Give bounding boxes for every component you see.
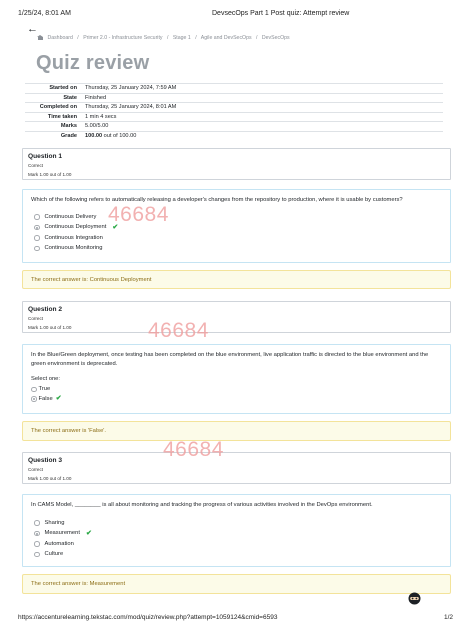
question-3-content: In CAMS Model, ________ is all about mon…	[22, 494, 451, 567]
breadcrumb-stage[interactable]: Stage 1	[173, 35, 191, 41]
correct-answer-text: The correct answer is: Measurement	[31, 581, 126, 587]
summary-row: Started on Thursday, 25 January 2024, 7:…	[25, 83, 443, 93]
grade-value: 100.00	[85, 133, 103, 139]
summary-value: 5.00/5.00	[81, 121, 443, 131]
answer-option[interactable]: Sharing	[34, 518, 442, 529]
radio-button[interactable]	[34, 520, 40, 526]
check-icon: ✔	[85, 529, 92, 537]
answer-option[interactable]: Continuous Monitoring	[34, 243, 442, 254]
summary-value: Finished	[81, 92, 443, 103]
summary-value: Thursday, 25 January 2024, 8:01 AM	[81, 102, 443, 112]
ninja-avatar-icon[interactable]	[408, 592, 421, 605]
radio-button[interactable]	[34, 214, 40, 220]
question-text: In CAMS Model, ________ is all about mon…	[31, 502, 373, 508]
breadcrumb: Dashboard / Primer 2.0 - Infrastructure …	[37, 35, 290, 41]
watermark: 46684	[148, 319, 209, 342]
summary-label: Started on	[25, 83, 81, 93]
question-1-info: Question 1 Correct Mark 1.00 out of 1.00	[22, 148, 451, 180]
correct-answer-text: The correct answer is 'False'.	[31, 428, 107, 434]
print-datetime: 1/25/24, 8:01 AM	[18, 10, 71, 17]
attempt-summary-table: Started on Thursday, 25 January 2024, 7:…	[25, 83, 443, 141]
radio-button-selected[interactable]	[31, 396, 37, 402]
radio-button[interactable]	[34, 541, 40, 547]
question-text: In the Blue/Green deployment, once testi…	[31, 352, 429, 367]
radio-button[interactable]	[34, 551, 40, 557]
question-3-feedback: The correct answer is: Measurement	[22, 574, 451, 594]
question-mark: Mark 1.00 out of 1.00	[28, 172, 72, 177]
answer-option[interactable]: Culture	[34, 549, 442, 560]
radio-button-selected[interactable]	[34, 224, 40, 230]
question-status: Correct	[28, 316, 44, 321]
summary-value: 100.00 out of 100.00	[81, 130, 443, 141]
answer-option[interactable]: True	[31, 385, 442, 395]
breadcrumb-course[interactable]: Primer 2.0 - Infrastructure Security	[83, 35, 162, 41]
summary-label: Marks	[25, 121, 81, 131]
summary-label: Grade	[25, 130, 81, 141]
select-one-label: Select one:	[31, 376, 61, 382]
radio-button[interactable]	[34, 235, 40, 241]
check-icon: ✔	[55, 395, 62, 403]
answer-option[interactable]: Automation	[34, 539, 442, 550]
breadcrumb-dashboard[interactable]: Dashboard	[47, 35, 72, 41]
summary-row: Marks 5.00/5.00	[25, 121, 443, 131]
answer-option[interactable]: Continuous Delivery	[34, 212, 442, 223]
back-arrow-icon[interactable]: ←	[27, 24, 38, 35]
summary-row: Time taken 1 min 4 secs	[25, 111, 443, 122]
question-status: Correct	[28, 163, 44, 168]
summary-row: State Finished	[25, 92, 443, 103]
radio-button[interactable]	[31, 386, 37, 392]
summary-label: Time taken	[25, 111, 81, 122]
question-text: Which of the following refers to automat…	[31, 197, 403, 203]
radio-button-selected[interactable]	[34, 530, 40, 536]
answer-option[interactable]: Continuous Integration	[34, 233, 442, 244]
summary-row: Completed on Thursday, 25 January 2024, …	[25, 102, 443, 112]
print-page-number: 1/2	[444, 614, 454, 621]
summary-value: Thursday, 25 January 2024, 7:59 AM	[81, 83, 443, 93]
question-2-info: Question 2 Correct Mark 1.00 out of 1.00	[22, 301, 451, 333]
summary-value: 1 min 4 secs	[81, 111, 443, 122]
summary-row: Grade 100.00 out of 100.00	[25, 130, 443, 141]
question-title: Question 1	[28, 153, 63, 160]
home-icon	[37, 35, 43, 40]
question-mark: Mark 1.00 out of 1.00	[28, 325, 72, 330]
page-title: Quiz review	[36, 52, 150, 74]
breadcrumb-current[interactable]: DevSecOps	[262, 35, 290, 41]
question-mark: Mark 1.00 out of 1.00	[28, 476, 72, 481]
watermark: 46684	[163, 438, 224, 461]
correct-answer-text: The correct answer is: Continuous Deploy…	[31, 276, 152, 283]
question-1-feedback: The correct answer is: Continuous Deploy…	[22, 270, 451, 289]
question-3-info: Question 3 Correct Mark 1.00 out of 1.00	[22, 452, 451, 484]
radio-button[interactable]	[34, 245, 40, 251]
question-2-feedback: The correct answer is 'False'.	[22, 421, 451, 441]
watermark: 46684	[108, 203, 169, 226]
question-title: Question 2	[28, 306, 63, 313]
grade-out-of: out of 100.00	[102, 133, 137, 139]
answer-option-selected[interactable]: False ✔	[31, 394, 442, 404]
question-status: Correct	[28, 467, 44, 472]
summary-label: State	[25, 92, 81, 103]
question-2-content: In the Blue/Green deployment, once testi…	[22, 344, 451, 414]
print-url: https://accenturelearning.tekstac.com/mo…	[18, 614, 278, 621]
breadcrumb-section[interactable]: Agile and DevSecOps	[201, 35, 252, 41]
answer-option-selected[interactable]: Continuous Deployment ✔	[34, 222, 442, 233]
question-title: Question 3	[28, 457, 63, 464]
print-doc-title: DevsecOps Part 1 Post quiz: Attempt revi…	[212, 10, 350, 17]
answer-option-selected[interactable]: Measurement ✔	[34, 528, 442, 539]
question-1-content: Which of the following refers to automat…	[22, 189, 451, 263]
summary-label: Completed on	[25, 102, 81, 112]
